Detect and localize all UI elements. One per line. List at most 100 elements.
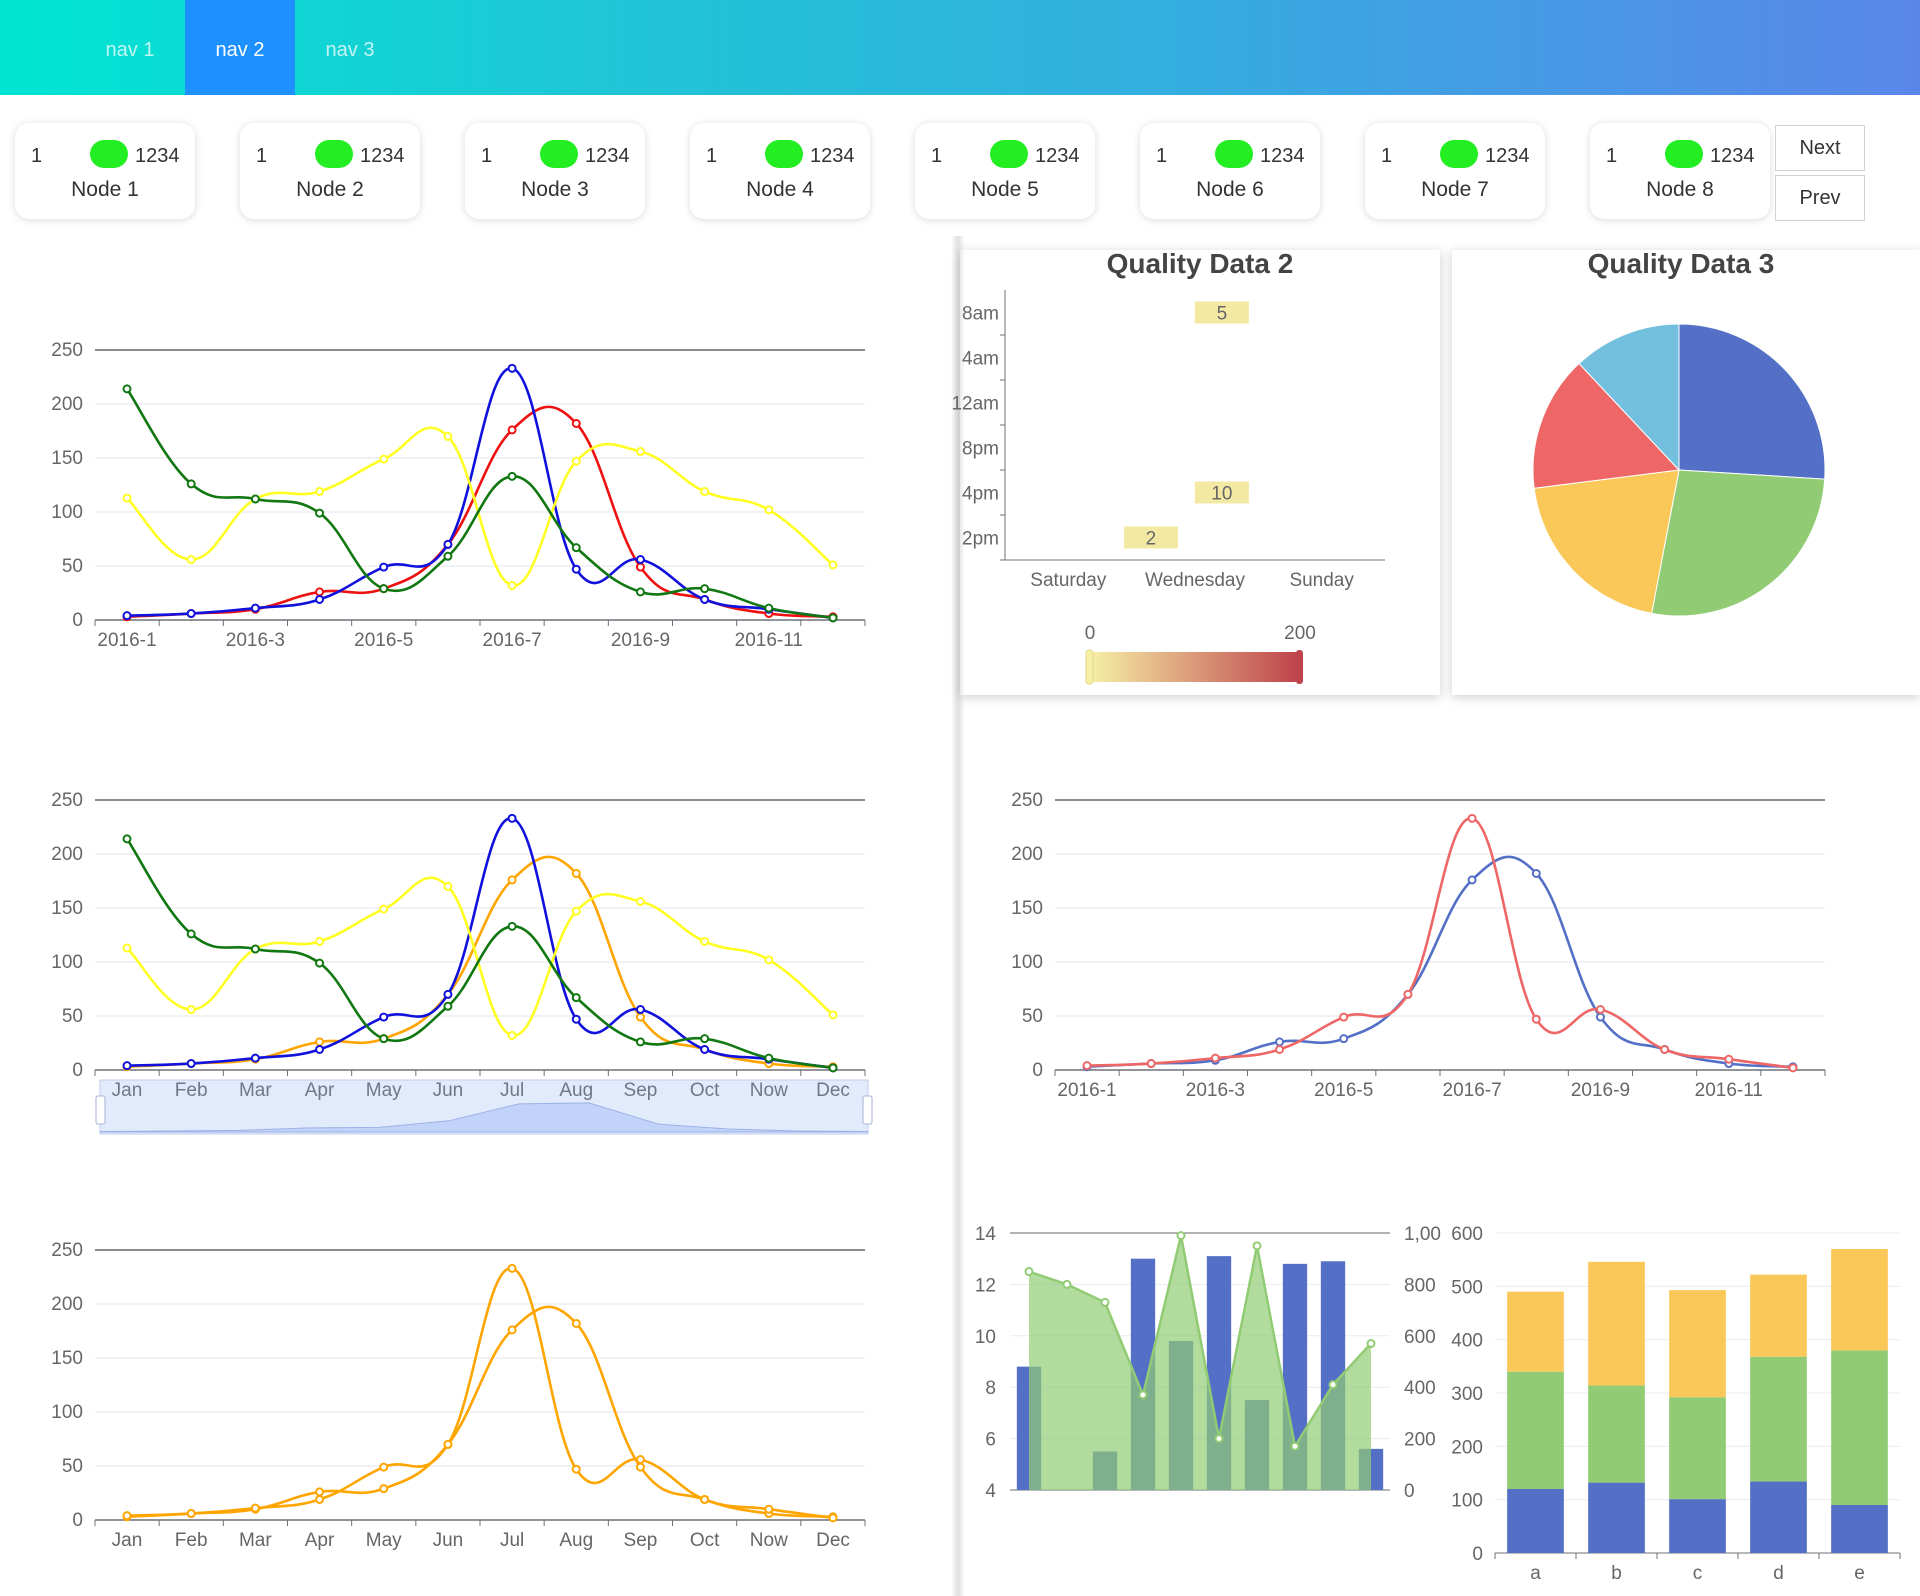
- node-card[interactable]: 1 1234 Node 6: [1140, 123, 1320, 219]
- node-card[interactable]: 1 1234 Node 5: [915, 123, 1095, 219]
- x-tick-label: 2016-9: [611, 630, 670, 651]
- visual-map-bar: [1090, 652, 1298, 682]
- node-status-dot: [90, 140, 128, 168]
- area-point: [1138, 1390, 1148, 1400]
- data-point: [379, 1462, 389, 1472]
- line-chart-bottom: 0 50 100 150 200 250 Jan Feb Mar Apr May Jun Jul Aug S…: [51, 1240, 866, 1551]
- node-number: 1: [931, 145, 943, 167]
- node-status-dot: [315, 140, 353, 168]
- series-line: [126, 367, 834, 620]
- x-tick-label: Sep: [624, 1530, 658, 1551]
- node-card[interactable]: 1 1234 Node 2: [240, 123, 420, 219]
- x-tick-label: 2016-1: [1057, 1080, 1116, 1101]
- line-chart-right: 0 50 100 150 200 250 2016-1 2016-3 2016-5 2016-7 2…: [1011, 790, 1826, 1101]
- nav-item-3[interactable]: nav 3: [295, 0, 405, 95]
- heatmap-chart: 2pm 4pm 8pm 12am 4am 8am Saturday Wednesday Sund…: [951, 290, 1385, 685]
- x-tick-label: Saturday: [1030, 570, 1107, 591]
- x-tick-label: 2016-3: [1186, 1080, 1245, 1101]
- top-header: nav 1 nav 2 nav 3: [0, 0, 1920, 95]
- node-name: Node 2: [296, 178, 364, 201]
- data-point: [1275, 1044, 1285, 1054]
- next-button[interactable]: Next: [1775, 125, 1865, 171]
- visual-map-handle-max: [1296, 650, 1303, 684]
- data-point: [250, 1503, 260, 1513]
- y-tick-label-left: 10: [975, 1327, 996, 1348]
- data-point: [186, 1059, 196, 1069]
- node-card[interactable]: 1 1234 Node 8: [1590, 123, 1770, 219]
- data-point: [507, 363, 517, 373]
- data-point: [507, 580, 517, 590]
- data-point: [443, 539, 453, 549]
- y-tick-label: 500: [1451, 1277, 1483, 1298]
- x-tick-label: Jun: [433, 1530, 464, 1551]
- stacked-bar-segment: [1507, 1371, 1564, 1489]
- stacked-bar-chart: 0 100 200 300 400 500 600 a b c d e: [1451, 1224, 1901, 1584]
- data-point: [507, 425, 517, 435]
- pie-slice: [1651, 469, 1826, 617]
- pie-chart: [1532, 323, 1826, 617]
- data-point: [186, 929, 196, 939]
- node-name: Node 7: [1421, 178, 1489, 201]
- data-point: [122, 943, 132, 953]
- data-point: [700, 1494, 710, 1504]
- x-tick-label: May: [366, 1530, 402, 1551]
- y-tick-label: 150: [51, 898, 83, 919]
- quality-data-3-title: Quality Data 3: [1587, 248, 1775, 279]
- heatmap-cell-label: 2: [1146, 529, 1157, 550]
- y-tick-label-right: 1,00: [1404, 1224, 1441, 1245]
- node-value: 1234: [1035, 145, 1080, 167]
- data-point: [1595, 1005, 1605, 1015]
- nav-item-2[interactable]: nav 2: [185, 0, 295, 95]
- x-tick-label: 2016-7: [1443, 1080, 1502, 1101]
- data-point: [379, 1034, 389, 1044]
- data-point: [764, 1053, 774, 1063]
- node-number: 1: [481, 145, 493, 167]
- data-point: [379, 584, 389, 594]
- data-point: [507, 875, 517, 885]
- data-point: [122, 493, 132, 503]
- node-card[interactable]: 1 1234 Node 3: [465, 123, 645, 219]
- data-point: [443, 989, 453, 999]
- y-tick-label-left: 8: [985, 1378, 996, 1399]
- x-tick-label: 2016-11: [735, 630, 803, 651]
- node-card[interactable]: 1 1234 Node 1: [15, 123, 195, 219]
- y-tick-label-left: 4: [985, 1481, 996, 1502]
- data-point: [315, 1044, 325, 1054]
- nav-item-1[interactable]: nav 1: [75, 0, 185, 95]
- prev-button[interactable]: Prev: [1775, 175, 1865, 221]
- x-tick-label: Oct: [690, 1530, 720, 1551]
- area-point: [1214, 1434, 1224, 1444]
- y-tick-label: 200: [1451, 1437, 1483, 1458]
- data-point: [571, 1464, 581, 1474]
- node-name: Node 3: [521, 178, 589, 201]
- area-point: [1328, 1380, 1338, 1390]
- y-tick-label: 250: [51, 1240, 83, 1261]
- pie-slice: [1678, 323, 1826, 480]
- x-tick-label: Aug: [559, 1530, 593, 1551]
- data-point: [571, 543, 581, 553]
- y-tick-label: 100: [1011, 952, 1043, 973]
- y-tick-label: 0: [72, 1510, 83, 1531]
- node-name: Node 8: [1646, 178, 1714, 201]
- data-point: [828, 1513, 838, 1523]
- data-point: [315, 508, 325, 518]
- data-point: [635, 562, 645, 572]
- node-value: 1234: [1260, 145, 1305, 167]
- y-tick-label: 100: [51, 952, 83, 973]
- node-value: 1234: [810, 145, 855, 167]
- node-number: 1: [31, 145, 43, 167]
- node-card[interactable]: 1 1234 Node 7: [1365, 123, 1545, 219]
- stacked-bar-segment: [1831, 1249, 1888, 1351]
- data-point: [700, 594, 710, 604]
- data-point: [443, 1439, 453, 1449]
- data-point: [764, 603, 774, 613]
- y-tick-label-right: 200: [1404, 1430, 1436, 1451]
- y-tick-label: 150: [51, 448, 83, 469]
- node-card[interactable]: 1 1234 Node 4: [690, 123, 870, 219]
- area-point: [1176, 1231, 1186, 1241]
- stacked-bar-segment: [1669, 1397, 1726, 1500]
- quality-data-2-title: Quality Data 2: [1106, 248, 1294, 279]
- data-point: [571, 418, 581, 428]
- stacked-bar-segment: [1750, 1481, 1807, 1553]
- data-point: [571, 993, 581, 1003]
